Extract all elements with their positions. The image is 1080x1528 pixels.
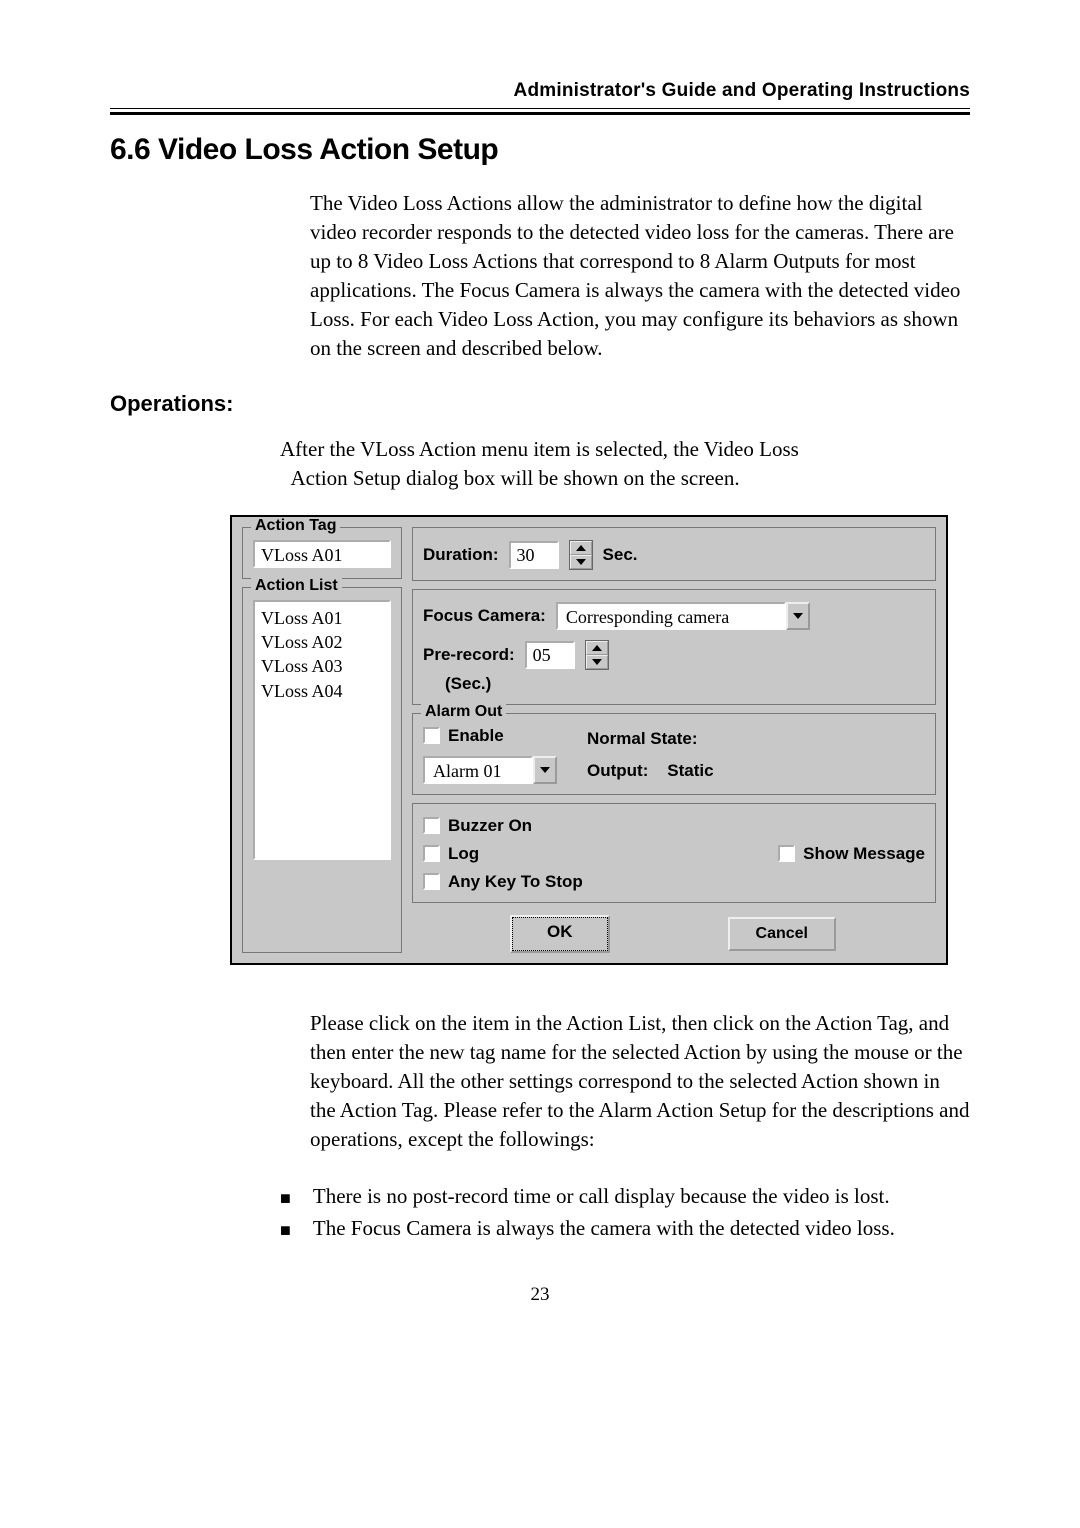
action-tag-field[interactable]: VLoss A01 [253,540,391,568]
buzzer-checkbox[interactable] [423,817,440,834]
bullet-icon: ■ [280,1216,291,1244]
duration-spinner[interactable] [569,540,593,570]
duration-input[interactable]: 30 [509,541,559,569]
focus-camera-combo[interactable]: Corresponding camera [556,602,810,630]
spinner-down-icon[interactable] [570,555,592,569]
ops-line1: After the VLoss Action menu item is sele… [280,437,799,461]
focus-camera-value[interactable]: Corresponding camera [556,602,786,630]
chevron-down-icon[interactable] [533,756,557,784]
buzzer-label: Buzzer On [448,816,532,836]
post-dialog-paragraph: Please click on the item in the Action L… [310,1009,970,1154]
enable-label: Enable [448,726,504,746]
normal-state-label: Normal State: [587,729,714,749]
pre-record-label: Pre-record: [423,645,515,665]
bullet-item: The Focus Camera is always the camera wi… [313,1216,895,1241]
action-list-label: Action List [251,577,342,595]
log-checkbox[interactable] [423,845,440,862]
header-rule [110,108,970,115]
chevron-down-icon[interactable] [786,602,810,630]
operations-heading: Operations: [110,391,970,417]
section-heading: 6.6 Video Loss Action Setup [110,133,970,167]
list-item[interactable]: VLoss A01 [261,606,383,630]
page-number: 23 [110,1284,970,1306]
show-message-label: Show Message [803,844,925,864]
bullet-list: ■ There is no post-record time or call d… [280,1184,970,1244]
action-tag-label: Action Tag [251,517,340,535]
list-item[interactable]: VLoss A02 [261,630,383,654]
ops-line2: Action Setup dialog box will be shown on… [291,466,740,490]
pre-record-input[interactable]: 05 [525,641,575,669]
sec-label: Sec. [603,545,638,565]
duration-label: Duration: [423,545,499,565]
log-label: Log [448,844,479,864]
list-item[interactable]: VLoss A03 [261,654,383,678]
pre-record-spinner[interactable] [585,640,609,670]
focus-prerecord-group: Focus Camera: Corresponding camera Pre-r… [412,589,936,705]
video-loss-dialog: Action Tag VLoss A01 Action List VLoss A… [230,515,948,965]
misc-options-group: Buzzer On Log Any Key To Stop [412,803,936,903]
action-list-group: Action List VLoss A01 VLoss A02 VLoss A0… [242,587,402,953]
action-list[interactable]: VLoss A01 VLoss A02 VLoss A03 VLoss A04 [253,600,391,860]
ok-button[interactable]: OK [512,917,608,951]
operations-body: After the VLoss Action menu item is sele… [280,435,970,493]
alarm-select[interactable]: Alarm 01 [423,756,557,784]
focus-camera-label: Focus Camera: [423,606,546,626]
spinner-up-icon[interactable] [586,641,608,655]
alarm-select-value[interactable]: Alarm 01 [423,756,533,784]
list-item[interactable]: VLoss A04 [261,679,383,703]
cancel-button[interactable]: Cancel [728,917,836,951]
alarm-out-label: Alarm Out [421,703,506,721]
spinner-up-icon[interactable] [570,541,592,555]
bullet-item: There is no post-record time or call dis… [313,1184,890,1209]
action-tag-group: Action Tag VLoss A01 [242,527,402,579]
intro-paragraph: The Video Loss Actions allow the adminis… [310,189,970,363]
anykey-checkbox[interactable] [423,873,440,890]
pre-record-unit: (Sec.) [445,674,925,694]
dialog-button-row: OK Cancel [412,911,936,953]
enable-checkbox[interactable] [423,727,440,744]
running-header: Administrator's Guide and Operating Inst… [110,80,970,102]
spinner-down-icon[interactable] [586,655,608,669]
show-message-checkbox[interactable] [778,845,795,862]
output-label: Output: [587,761,648,780]
duration-group: Duration: 30 Sec. [412,527,936,581]
output-value: Static [667,761,713,780]
bullet-icon: ■ [280,1184,291,1212]
anykey-label: Any Key To Stop [448,872,583,892]
alarm-out-group: Alarm Out Enable Alarm 01 Normal Sta [412,713,936,795]
